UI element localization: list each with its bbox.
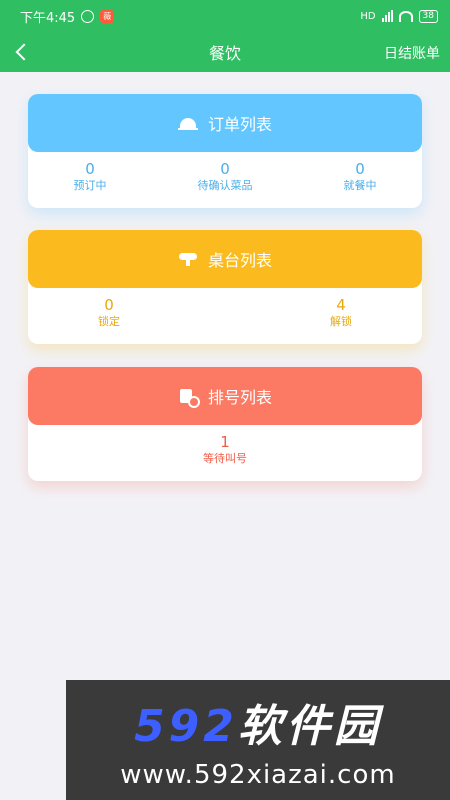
back-arrow-icon[interactable]: [14, 44, 30, 60]
daily-bill-button[interactable]: 日结账单: [384, 43, 440, 63]
stat-label: 锁定: [98, 315, 120, 328]
queue-card-title: 排号列表: [207, 388, 272, 407]
stat-waiting-call[interactable]: 1 等待叫号: [203, 433, 247, 467]
stat-value: 0: [220, 160, 230, 178]
stat-reserving[interactable]: 0 预订中: [74, 160, 107, 194]
stat-label: 待确认菜品: [197, 179, 253, 192]
network-label: HD: [360, 10, 376, 22]
tables-card-header[interactable]: 桌台列表: [28, 230, 422, 288]
stat-value: 0: [85, 160, 95, 178]
stat-label: 预订中: [73, 179, 107, 192]
stat-value: 0: [355, 160, 365, 178]
stat-label: 等待叫号: [203, 452, 247, 465]
service-bell-icon: [177, 115, 198, 131]
queue-ticket-icon: [178, 388, 200, 408]
watermark-brand-text: 软件园: [237, 701, 382, 752]
stat-value: 4: [336, 296, 346, 314]
status-bar: 下午4:45 薇 HD 38: [0, 0, 450, 32]
tables-stats: 0 锁定 4 解锁: [28, 288, 422, 330]
watermark-brand-number: 592: [134, 701, 238, 752]
app-notification-badge: 薇: [100, 9, 115, 23]
signal-icon: [381, 10, 393, 22]
battery-indicator: 38: [418, 9, 438, 23]
stat-label: 就餐中: [343, 179, 377, 192]
status-time: 下午4:45: [20, 10, 76, 26]
queue-stats: 1 等待叫号: [28, 425, 422, 467]
alarm-icon: [81, 9, 95, 23]
tables-card[interactable]: 桌台列表 0 锁定 4 解锁: [28, 230, 422, 344]
page-title: 餐饮: [208, 44, 241, 63]
tables-card-title: 桌台列表: [207, 251, 272, 270]
stat-dining[interactable]: 0 就餐中: [344, 160, 377, 194]
stat-unlocked[interactable]: 4 解锁: [330, 296, 352, 330]
orders-card-header[interactable]: 订单列表: [28, 94, 422, 152]
nav-bar: 餐饮 日结账单: [0, 32, 450, 72]
stat-label: 解锁: [330, 315, 352, 328]
stat-pending-dishes[interactable]: 0 待确认菜品: [198, 160, 253, 194]
stat-value: 0: [104, 296, 114, 314]
watermark-brand: 592软件园: [134, 690, 382, 754]
orders-card-title: 订单列表: [207, 115, 272, 134]
watermark-url: www.592xiazai.com: [120, 760, 396, 790]
queue-card-header[interactable]: 排号列表: [28, 367, 422, 425]
stat-locked[interactable]: 0 锁定: [98, 296, 120, 330]
orders-card[interactable]: 订单列表 0 预订中 0 待确认菜品 0 就餐中: [28, 94, 422, 208]
table-icon: [178, 251, 198, 267]
stat-value: 1: [220, 433, 230, 451]
wifi-icon: [398, 10, 413, 22]
watermark: 592软件园 www.592xiazai.com: [66, 680, 450, 800]
orders-stats: 0 预订中 0 待确认菜品 0 就餐中: [28, 152, 422, 194]
queue-card[interactable]: 排号列表 1 等待叫号: [28, 367, 422, 481]
